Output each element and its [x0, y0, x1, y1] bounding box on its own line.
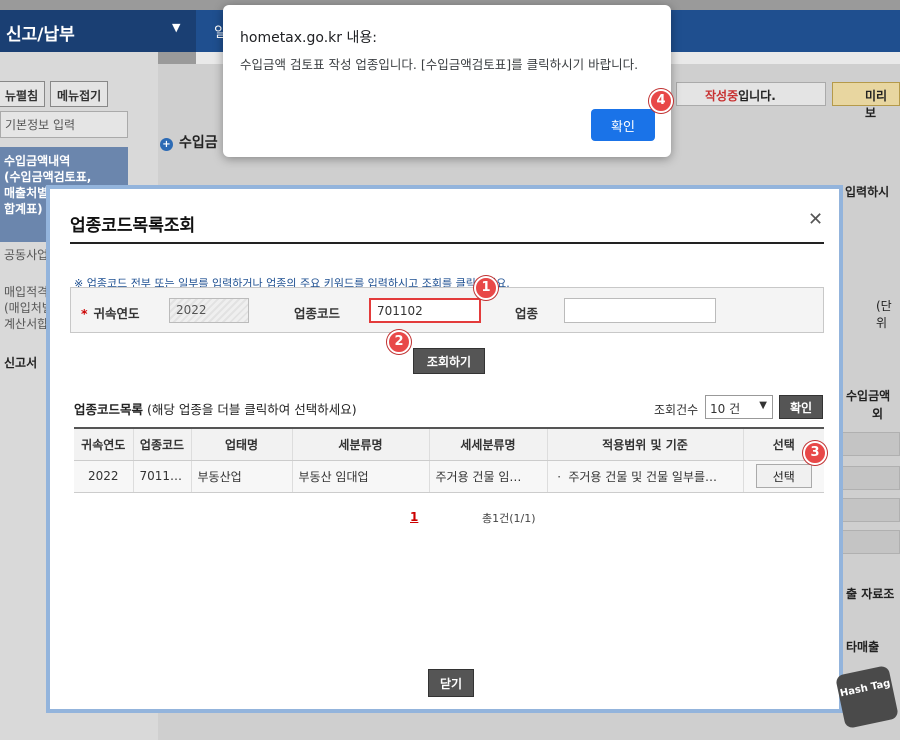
input-cell[interactable] [842, 530, 900, 554]
year-label-text: 귀속연도 [93, 306, 140, 321]
sidebar-item-report[interactable]: 신고서 [4, 354, 37, 371]
expand-menu-button[interactable]: 뉴펼침 [0, 81, 46, 107]
modal-title: 업종코드목록조회 [70, 216, 196, 236]
menu-title: 신고/납부 [6, 25, 75, 45]
column-header: 세분류명 [292, 427, 430, 461]
input-cell[interactable] [842, 466, 900, 490]
alert-title: hometax.go.kr 내용: [240, 30, 377, 46]
subclass-cell: 부동산 임대업 [292, 460, 430, 493]
unit-label: (단위 [876, 299, 892, 330]
year-field: 2022 [169, 298, 249, 323]
select-button[interactable]: 선택 [755, 464, 812, 488]
confirm-button[interactable]: 확인 [779, 395, 823, 419]
menu-selector[interactable]: 신고/납부 ▼ [0, 10, 196, 52]
alert-message: 수입금액 검토표 작성 업종입니다. [수입금액검토표]를 클릭하시기 바랍니다… [240, 57, 639, 72]
hashtag-logo: Hash Tag [834, 664, 900, 730]
chevron-down-icon: ▼ [759, 400, 767, 411]
industry-input[interactable] [564, 298, 716, 323]
industry-label: 업종 [515, 306, 539, 321]
step-marker-4: 4 [649, 89, 673, 113]
column-header: 세세분류명 [429, 427, 548, 461]
status-badge: 작성중입니다. [676, 82, 826, 106]
plus-icon: + [160, 138, 173, 151]
page-link[interactable]: 1 [410, 510, 418, 524]
step-marker-2: 2 [387, 330, 411, 354]
table-header-row: 귀속연도 업종코드 업태명 세분류명 세세분류명 적용범위 및 기준 선택 [74, 427, 824, 461]
table-row[interactable]: 2022 701102 부동산업 부동산 임대업 주거용 건물 임… ㆍ 주거용… [74, 460, 824, 493]
sidebar-item-joint-business[interactable]: 공동사업 [4, 247, 48, 263]
input-cell[interactable] [842, 432, 900, 456]
column-header: 타매출 [846, 640, 880, 654]
year-cell: 2022 [74, 460, 134, 493]
sidebar-item-label: 수입금액내역 [4, 154, 71, 168]
count-select[interactable]: 10 건 ▼ [705, 395, 773, 419]
background-text: 입력하시 [845, 185, 890, 199]
status-suffix: 입니다. [738, 89, 776, 103]
list-title: 업종코드목록 (해당 업종을 더블 클릭하여 선택하세요) [74, 399, 357, 418]
list-title-text: 업종코드목록 [74, 402, 144, 417]
caret-down-icon[interactable]: ▼ [172, 21, 180, 34]
column-header: 귀속연도 [74, 427, 134, 461]
sidebar-text-line[interactable]: 계산서합 [4, 316, 48, 332]
close-button[interactable]: 닫기 [428, 669, 474, 697]
sidebar-text-line[interactable]: 매입적격 [4, 284, 48, 300]
preview-button[interactable]: 미리보 [832, 82, 900, 120]
scope-cell: ㆍ 주거용 건물 및 건물 일부를… [547, 460, 744, 493]
step-marker-3: 3 [803, 441, 827, 465]
industry-code-table: 귀속연도 업종코드 업태명 세분류명 세세분류명 적용범위 및 기준 선택 20… [74, 427, 824, 493]
column-header: 적용범위 및 기준 [547, 427, 744, 461]
input-cell[interactable] [842, 498, 900, 522]
list-hint: (해당 업종을 더블 클릭하여 선택하세요) [147, 402, 357, 417]
section-label: 출 자료조 [846, 587, 895, 601]
column-header: 외 [872, 407, 884, 421]
column-header: 업태명 [191, 427, 293, 461]
section-title: + 수입금 [160, 132, 218, 152]
count-label: 조회건수 [654, 403, 699, 417]
sidebar-item-label: (수입금액검토표, [4, 170, 92, 184]
sidebar-item-basic-info[interactable]: 기본정보 입력 [0, 111, 128, 138]
search-button[interactable]: 조회하기 [413, 348, 485, 374]
close-icon[interactable]: ✕ [808, 209, 823, 230]
status-state: 작성중 [705, 89, 739, 103]
subsubclass-cell: 주거용 건물 임… [429, 460, 548, 493]
column-header: 업종코드 [133, 427, 192, 461]
year-label: * 귀속연도 [81, 303, 140, 322]
industry-code-modal: 업종코드목록조회 ✕ ※ 업종코드 전부 또는 일부를 입력하거나 업종의 주요… [46, 185, 843, 713]
step-marker-1: 1 [474, 276, 498, 300]
browser-alert-dialog: hometax.go.kr 내용: 수입금액 검토표 작성 업종입니다. [수입… [223, 5, 671, 157]
column-header: 수입금액 [846, 389, 891, 403]
section-title-text: 수입금 [179, 135, 218, 151]
required-icon: * [81, 306, 88, 321]
collapse-menu-button[interactable]: 메뉴접기 [50, 81, 109, 107]
code-cell: 701102 [133, 460, 192, 493]
total-count: 총1건(1/1) [482, 512, 536, 525]
alert-ok-button[interactable]: 확인 [591, 109, 655, 141]
search-form: * 귀속연도 2022 업종코드 701102 업종 [70, 287, 824, 333]
industry-code-input[interactable]: 701102 [369, 298, 481, 323]
code-label: 업종코드 [294, 306, 341, 321]
business-cell: 부동산업 [191, 460, 293, 493]
divider [70, 242, 824, 244]
count-value: 10 건 [710, 402, 741, 416]
